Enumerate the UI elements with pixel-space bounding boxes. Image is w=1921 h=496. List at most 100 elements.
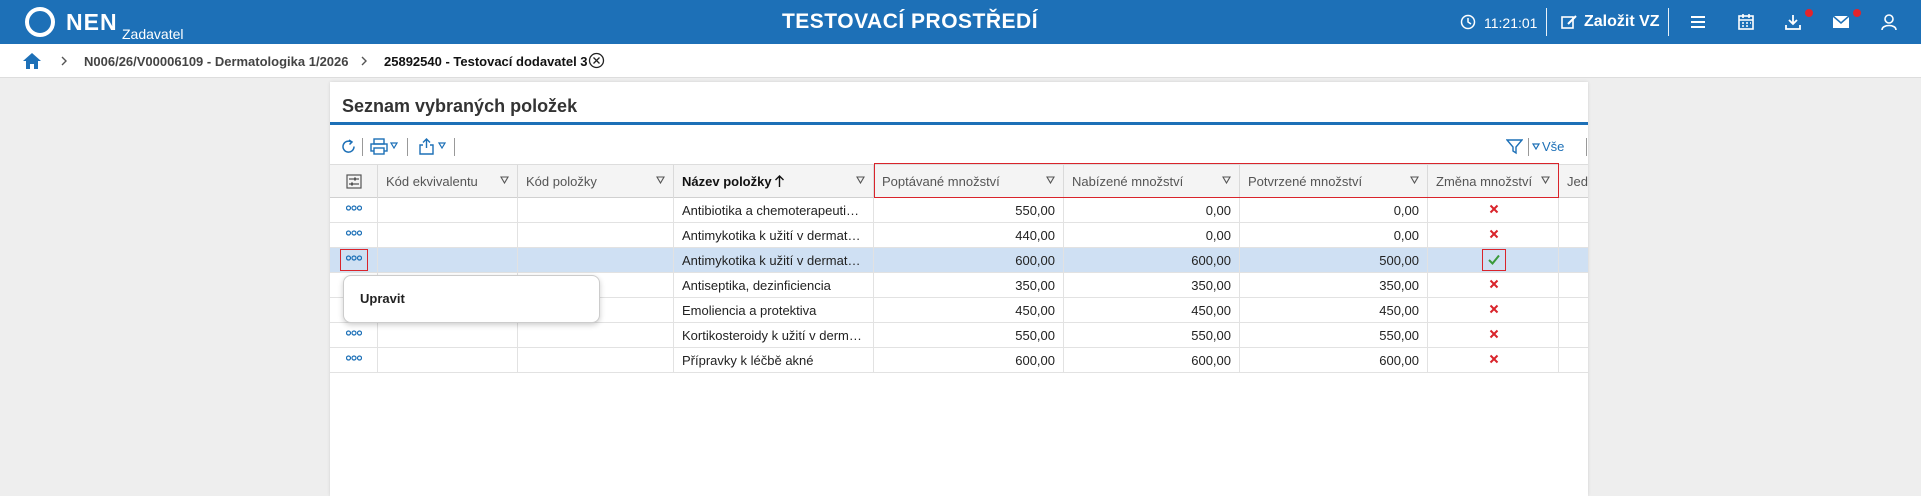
- dropdown-triangle-icon[interactable]: [438, 142, 446, 149]
- sort-ascending-icon[interactable]: [774, 174, 785, 188]
- row-actions-cell: [330, 323, 378, 347]
- table-row[interactable]: Kortikosteroidy k užití v derm… 550,00 550…: [330, 323, 1588, 348]
- cross-icon: [1489, 229, 1499, 239]
- breadcrumb-item-tender[interactable]: N006/26/V00006109 - Dermatologika 1/2026: [84, 54, 349, 69]
- cell-offered: 600,00: [1064, 248, 1240, 272]
- empty-cell: [378, 323, 518, 347]
- table-row[interactable]: Antibiotika a chemoterapeutik… 550,00 0,00…: [330, 198, 1588, 223]
- cell-requested: 550,00: [874, 323, 1064, 347]
- table-row[interactable]: Přípravky k léčbě akné 600,00 600,00 600,00: [330, 348, 1588, 373]
- nen-logo-icon[interactable]: [24, 6, 56, 38]
- cell-confirmed: 350,00: [1240, 273, 1428, 297]
- column-settings-icon[interactable]: [346, 174, 362, 189]
- cell-offered: 450,00: [1064, 298, 1240, 322]
- calendar-icon[interactable]: [1736, 12, 1756, 32]
- row-actions-cell: [330, 198, 378, 222]
- home-icon[interactable]: [22, 52, 42, 70]
- download-notification-badge: [1805, 9, 1813, 17]
- download-icon[interactable]: [1783, 12, 1803, 32]
- brand-name: NEN: [66, 9, 118, 35]
- mail-notification-badge: [1853, 9, 1861, 17]
- menu-icon[interactable]: [1688, 12, 1708, 32]
- close-circle-icon[interactable]: [588, 52, 605, 69]
- cell-requested: 450,00: [874, 298, 1064, 322]
- filter-icon[interactable]: [1506, 138, 1523, 155]
- mail-icon[interactable]: [1831, 12, 1851, 32]
- quantity-columns-highlight: [874, 163, 1559, 198]
- cell-name: Antibiotika a chemoterapeutik…: [674, 198, 874, 222]
- cell-offered: 0,00: [1064, 223, 1240, 247]
- row-actions-icon[interactable]: [346, 230, 362, 236]
- empty-cell: [378, 248, 518, 272]
- cell-requested: 600,00: [874, 248, 1064, 272]
- header-divider: [1668, 8, 1669, 36]
- column-header-item-code[interactable]: Kód položky: [518, 165, 674, 198]
- table-header: Kód ekvivalentu Kód položky Název položk…: [330, 163, 1588, 198]
- table-row[interactable]: Antimykotika k užití v dermato… 440,00 0,0…: [330, 223, 1588, 248]
- column-header-item-name[interactable]: Název položky: [674, 165, 874, 198]
- environment-title: TESTOVACÍ PROSTŘEDÍ: [781, 10, 1039, 33]
- create-vz-button[interactable]: Založit VZ: [1560, 10, 1660, 34]
- cell-name: Přípravky k léčbě akné: [674, 348, 874, 372]
- dropdown-triangle-icon[interactable]: [390, 142, 398, 149]
- top-bar: NEN Zadavatel TESTOVACÍ PROSTŘEDÍ 11:21:…: [0, 0, 1921, 44]
- cross-icon: [1489, 204, 1499, 214]
- column-header-equivalent-code[interactable]: Kód ekvivalentu: [378, 165, 518, 198]
- brand-role: Zadavatel: [122, 26, 184, 42]
- cross-icon: [1489, 329, 1499, 339]
- empty-cell: [518, 248, 674, 272]
- row-actions-icon[interactable]: [346, 330, 362, 336]
- toolbar-divider: [1528, 138, 1529, 156]
- cell-requested: 550,00: [874, 198, 1064, 222]
- empty-cell: [1559, 223, 1588, 247]
- breadcrumb-item-supplier[interactable]: 25892540 - Testovací dodavatel 3: [384, 54, 588, 69]
- cell-requested: 350,00: [874, 273, 1064, 297]
- toolbar-divider: [407, 138, 408, 156]
- cell-confirmed: 450,00: [1240, 298, 1428, 322]
- table-toolbar: Vše: [330, 134, 1588, 160]
- row-actions-icon[interactable]: [346, 355, 362, 361]
- print-icon[interactable]: [370, 138, 388, 155]
- row-actions-icon[interactable]: [346, 205, 362, 211]
- qty-change-cell: [1428, 323, 1559, 347]
- filter-triangle-icon[interactable]: [656, 176, 665, 184]
- filter-all-selector[interactable]: Vše: [1542, 139, 1564, 154]
- filter-triangle-icon[interactable]: [500, 176, 509, 184]
- empty-cell: [518, 223, 674, 247]
- row-actions-cell: [330, 223, 378, 247]
- qty-change-highlight: [1482, 249, 1506, 271]
- toolbar-divider: [454, 138, 455, 156]
- clock-icon: [1460, 14, 1476, 30]
- empty-cell: [1559, 348, 1588, 372]
- cell-confirmed: 0,00: [1240, 198, 1428, 222]
- cell-offered: 0,00: [1064, 198, 1240, 222]
- refresh-icon[interactable]: [340, 138, 357, 155]
- empty-cell: [378, 198, 518, 222]
- cross-icon: [1489, 279, 1499, 289]
- empty-cell: [1559, 298, 1588, 322]
- column-header-unit[interactable]: Jed: [1559, 165, 1588, 198]
- chevron-right-icon: [61, 56, 67, 66]
- header-divider: [1546, 8, 1547, 36]
- qty-change-cell: [1428, 298, 1559, 322]
- empty-cell: [378, 348, 518, 372]
- cell-name: Antiseptika, dezinficiencia: [674, 273, 874, 297]
- cross-icon: [1489, 354, 1499, 364]
- export-icon[interactable]: [418, 138, 435, 155]
- table-row[interactable]: Antimykotika k užití v dermato… 600,00 600…: [330, 248, 1588, 273]
- cell-name: Emoliencia a protektiva: [674, 298, 874, 322]
- cross-icon: [1489, 304, 1499, 314]
- column-settings-cell: [330, 165, 378, 198]
- user-icon[interactable]: [1879, 12, 1899, 32]
- empty-cell: [518, 198, 674, 222]
- cell-name: Antimykotika k užití v dermato…: [674, 248, 874, 272]
- filter-triangle-icon[interactable]: [856, 176, 865, 184]
- empty-cell: [1559, 323, 1588, 347]
- context-menu-edit[interactable]: Upravit: [360, 291, 405, 306]
- toolbar-divider: [1586, 138, 1587, 156]
- edit-icon: [1561, 15, 1577, 29]
- create-vz-label: Založit VZ: [1584, 13, 1660, 30]
- qty-change-cell: [1428, 248, 1559, 272]
- dropdown-triangle-icon[interactable]: [1532, 143, 1540, 150]
- cell-confirmed: 0,00: [1240, 223, 1428, 247]
